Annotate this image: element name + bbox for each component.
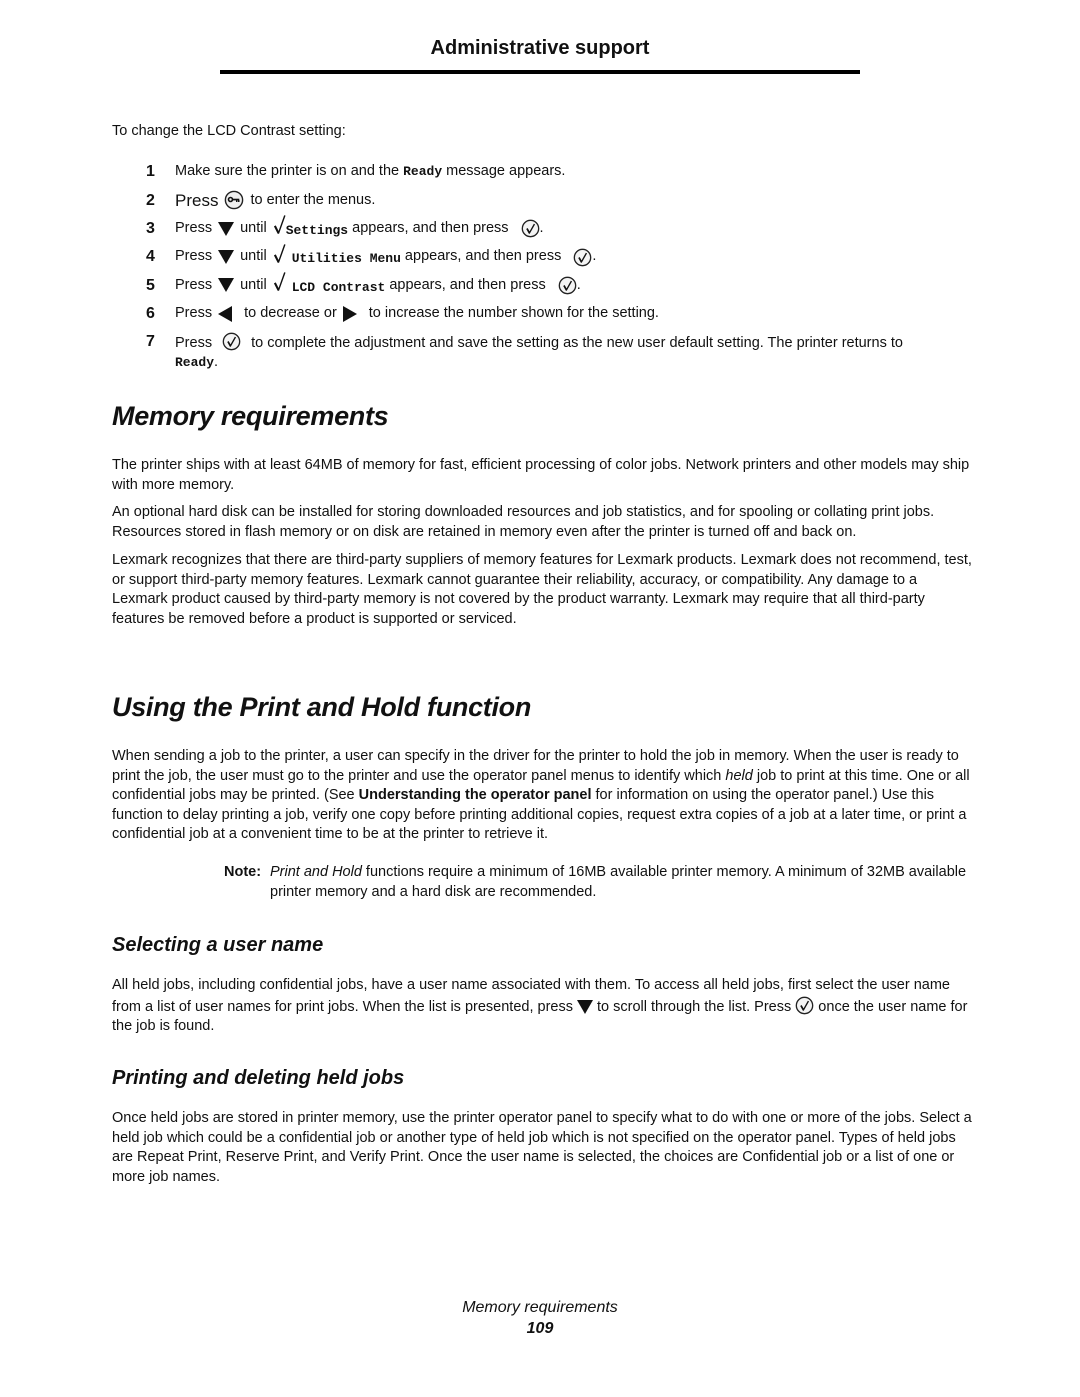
lcd-steps-list: 1 Make sure the printer is on and the Re… <box>146 158 976 373</box>
print-and-hold-emphasis: Print and Hold <box>270 864 362 880</box>
step-text: to increase the number shown for the set… <box>368 304 659 321</box>
until-label: until <box>240 248 267 265</box>
step-text: appears, and then press <box>385 276 546 293</box>
step-text: to decrease or <box>244 304 337 321</box>
step-text: appears, and then press <box>348 219 509 236</box>
press-label: Press <box>175 334 213 351</box>
until-label: until <box>240 219 267 236</box>
print-hold-paragraph: When sending a job to the printer, a use… <box>112 747 972 845</box>
lcd-intro: To change the LCD Contrast setting: <box>112 123 346 139</box>
selecting-user-name-heading: Selecting a user name <box>112 934 324 956</box>
print-hold-heading: Using the Print and Hold function <box>112 692 532 722</box>
step-number: 4 <box>146 248 155 266</box>
press-label: Press <box>175 248 213 265</box>
press-label: Press <box>175 304 213 321</box>
step-2: 2 Press to enter the menus. <box>146 186 976 214</box>
memory-requirements-heading: Memory requirements <box>112 401 389 431</box>
step-number: 6 <box>146 304 155 322</box>
step-text: appears, and then press <box>400 248 562 265</box>
note-text: Print and Hold functions require a minim… <box>224 863 974 902</box>
step-number: 7 <box>146 333 155 351</box>
down-arrow-icon <box>218 250 234 264</box>
memory-paragraph: Lexmark recognizes that there are third-… <box>112 552 972 627</box>
step-4: 4 Press until Utilities Menu appears, an… <box>146 243 976 271</box>
lcd-contrast-code: LCD Contrast <box>291 279 386 295</box>
print-hold-note: Note: Print and Hold functions require a… <box>224 863 974 902</box>
step-number: 1 <box>146 163 155 181</box>
held-emphasis: held <box>725 767 753 784</box>
memory-paragraph: The printer ships with at least 64MB of … <box>112 457 970 493</box>
select-button-icon <box>521 219 540 238</box>
step-1: 1 Make sure the printer is on and the Re… <box>146 158 976 186</box>
press-label: Press <box>175 190 219 210</box>
down-arrow-icon <box>218 222 234 236</box>
step-text: message appears. <box>442 163 566 180</box>
page-header-title: Administrative support <box>430 37 650 59</box>
select-button-icon <box>795 996 814 1015</box>
step-3: 3 Press until Settings appears, and then… <box>146 215 976 243</box>
memory-paragraph: An optional hard disk can be installed f… <box>112 504 935 540</box>
printing-paragraph: Once held jobs are stored in printer mem… <box>112 1110 972 1185</box>
press-label: Press <box>175 276 213 293</box>
footer-section-title: Memory requirements <box>462 1299 618 1316</box>
note-label: Note: <box>224 864 262 880</box>
step-5: 5 Press until LCD Contrast appears, and … <box>146 271 976 299</box>
selecting-paragraph: All held jobs, including confidential jo… <box>112 976 972 1037</box>
checkmark-icon <box>273 243 286 264</box>
step-text: to complete the adjustment and save the … <box>251 334 903 351</box>
step-7: 7 Press to complete the adjustment and s… <box>146 328 976 373</box>
text: functions require a minimum of 16MB avai… <box>270 864 967 900</box>
period: . <box>592 248 597 265</box>
ready-code: Ready <box>175 355 215 371</box>
step-number: 2 <box>146 191 155 209</box>
menu-key-icon <box>224 190 244 210</box>
period: . <box>576 276 581 293</box>
checkmark-icon <box>273 214 286 235</box>
header-rule <box>220 70 860 74</box>
period: . <box>214 354 219 371</box>
page-number: 109 <box>526 1320 554 1337</box>
checkmark-icon <box>273 271 286 292</box>
ready-code: Ready <box>403 164 443 180</box>
left-arrow-icon <box>218 306 232 322</box>
step-6: 6 Press to decrease or to increase the n… <box>146 299 976 327</box>
settings-code: Settings <box>285 222 349 238</box>
down-arrow-icon <box>577 1000 593 1014</box>
select-button-icon <box>222 332 241 351</box>
until-label: until <box>240 276 267 293</box>
step-text: Make sure the printer is on and the <box>175 163 404 180</box>
step-number: 5 <box>146 276 155 294</box>
right-arrow-icon <box>343 306 357 322</box>
period: . <box>539 219 544 236</box>
utilities-menu-code: Utilities Menu <box>291 251 401 267</box>
step-number: 3 <box>146 219 155 237</box>
step-text: to enter the menus. <box>250 191 376 208</box>
select-button-icon <box>558 276 577 295</box>
down-arrow-icon <box>218 278 234 292</box>
operator-panel-link[interactable]: Understanding the operator panel <box>359 787 592 803</box>
printing-deleting-heading: Printing and deleting held jobs <box>112 1067 405 1089</box>
select-button-icon <box>573 248 592 267</box>
text: to scroll through the list. Press <box>593 998 796 1015</box>
press-label: Press <box>175 219 213 236</box>
